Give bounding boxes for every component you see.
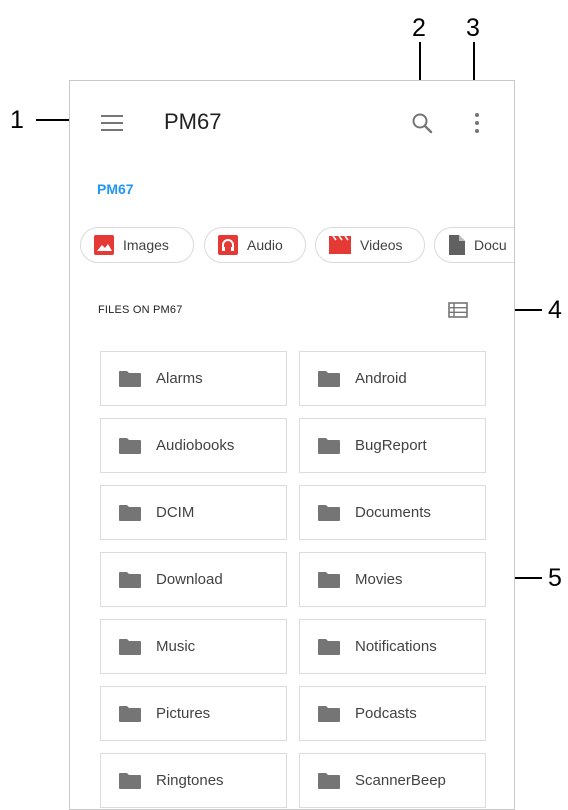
chip-documents[interactable]: Docu: [434, 227, 514, 263]
document-icon: [449, 235, 465, 255]
folder-icon: [318, 705, 340, 722]
folder-name: Podcasts: [355, 705, 417, 722]
folder-name: ScannerBeep: [355, 772, 446, 789]
folder-name: Pictures: [156, 705, 211, 722]
chip-videos[interactable]: Videos: [315, 227, 425, 263]
folder-name: Movies: [355, 571, 403, 588]
folder-icon: [119, 437, 141, 454]
folder-icon: [119, 571, 141, 588]
headphones-icon: [218, 235, 238, 255]
movie-icon: [329, 235, 351, 254]
folder-icon: [119, 370, 141, 387]
hamburger-menu-icon[interactable]: [101, 114, 123, 132]
callout-1: 1: [10, 106, 24, 134]
folder-name: Documents: [355, 504, 431, 521]
folder-tile[interactable]: Documents: [299, 485, 486, 540]
folder-icon: [119, 705, 141, 722]
folder-tile[interactable]: DCIM: [100, 485, 287, 540]
folder-name: Notifications: [355, 638, 437, 655]
chip-audio[interactable]: Audio: [204, 227, 306, 263]
folder-icon: [318, 571, 340, 588]
more-options-icon[interactable]: [467, 111, 487, 135]
folder-name: Audiobooks: [156, 437, 235, 454]
callout-5: 5: [548, 564, 562, 592]
folder-tile[interactable]: Podcasts: [299, 686, 486, 741]
callout-3: 3: [466, 14, 480, 42]
folder-icon: [119, 504, 141, 521]
folder-tile[interactable]: Download: [100, 552, 287, 607]
folder-name: Android: [355, 370, 407, 387]
folder-tile[interactable]: Alarms: [100, 351, 287, 406]
folder-tile[interactable]: Audiobooks: [100, 418, 287, 473]
folder-name: Alarms: [156, 370, 203, 387]
folder-tile[interactable]: ScannerBeep: [299, 753, 486, 808]
callout-4: 4: [548, 296, 562, 324]
folder-name: Music: [156, 638, 196, 655]
app-bar: PM67: [70, 81, 514, 169]
chip-images-label: Images: [123, 237, 169, 253]
image-icon: [94, 235, 114, 255]
section-title: FILES ON PM67: [98, 304, 183, 316]
folder-tile[interactable]: Movies: [299, 552, 486, 607]
folder-icon: [119, 772, 141, 789]
folder-icon: [318, 437, 340, 454]
folder-icon: [119, 638, 141, 655]
callout-2: 2: [412, 14, 426, 42]
list-view-icon[interactable]: [448, 302, 468, 318]
folder-icon: [318, 772, 340, 789]
folder-name: Ringtones: [156, 772, 224, 789]
breadcrumb[interactable]: PM67: [97, 181, 134, 197]
app-title: PM67: [164, 109, 222, 134]
folder-name: Download: [156, 571, 223, 588]
folder-tile[interactable]: Android: [299, 351, 486, 406]
folder-name: DCIM: [156, 504, 195, 521]
chip-images[interactable]: Images: [80, 227, 194, 263]
folder-icon: [318, 370, 340, 387]
folder-tile[interactable]: Music: [100, 619, 287, 674]
chip-videos-label: Videos: [360, 237, 403, 253]
category-chips: Images Audio Videos Docu: [80, 227, 514, 265]
folder-icon: [318, 638, 340, 655]
search-icon[interactable]: [410, 111, 434, 135]
folder-tile[interactable]: Pictures: [100, 686, 287, 741]
chip-audio-label: Audio: [247, 237, 283, 253]
phone-screen: PM67 PM67 Images Audio Videos Docu FILES…: [69, 80, 515, 810]
folder-tile[interactable]: BugReport: [299, 418, 486, 473]
folder-tile[interactable]: Ringtones: [100, 753, 287, 808]
folder-name: BugReport: [355, 437, 427, 454]
folder-icon: [318, 504, 340, 521]
folder-tile[interactable]: Notifications: [299, 619, 486, 674]
chip-documents-label: Docu: [474, 237, 507, 253]
